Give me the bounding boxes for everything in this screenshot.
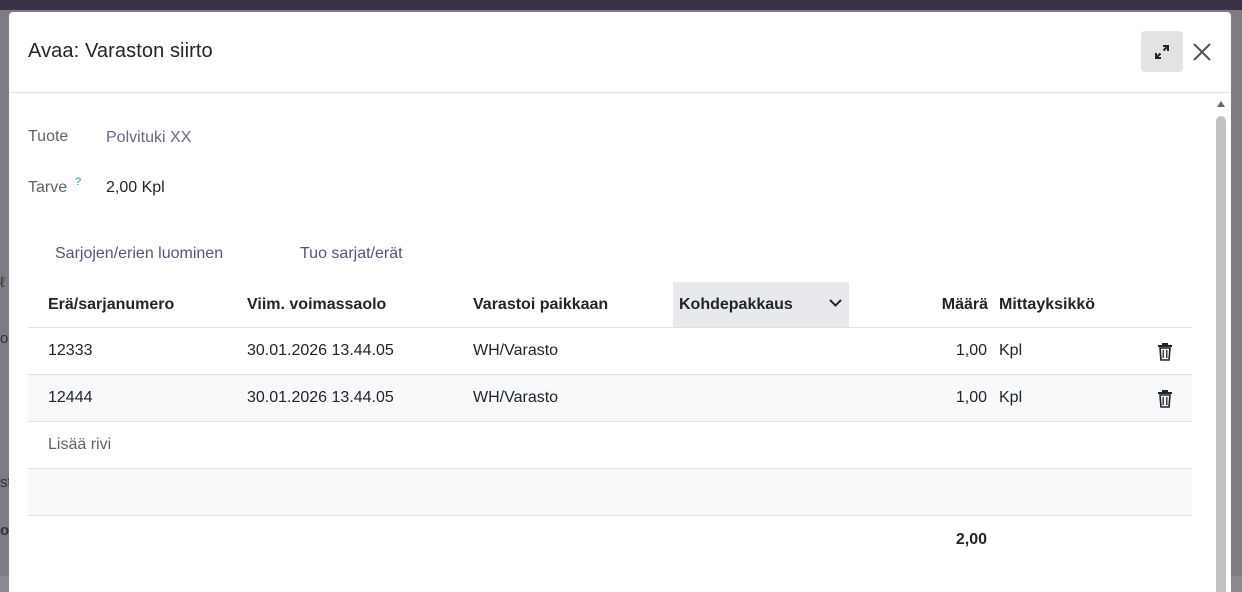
demand-value: 2,00 Kpl bbox=[106, 179, 165, 196]
divider bbox=[28, 515, 1192, 516]
dialog: Avaa: Varaston siirto Tuote Polvituki XX… bbox=[9, 12, 1231, 592]
demand-label: Tarve bbox=[28, 179, 68, 196]
expand-icon bbox=[1155, 44, 1169, 59]
scroll-up-arrow[interactable] bbox=[1217, 101, 1225, 107]
cell-uom[interactable]: Kpl bbox=[999, 389, 1022, 407]
add-line-link[interactable]: Lisää rivi bbox=[48, 436, 111, 454]
product-label: Tuote bbox=[28, 128, 69, 145]
cell-quantity[interactable]: 1,00 bbox=[908, 389, 987, 407]
chevron-down-icon bbox=[829, 299, 842, 307]
column-header-package[interactable]: Kohdepakkaus bbox=[673, 282, 849, 328]
column-header-expiry[interactable]: Viim. voimassaolo bbox=[247, 282, 467, 328]
cell-lot[interactable]: 12444 bbox=[48, 389, 93, 407]
scrollbar-thumb[interactable] bbox=[1216, 116, 1226, 592]
background-fragment: o bbox=[0, 522, 10, 539]
dialog-title: Avaa: Varaston siirto bbox=[28, 40, 213, 62]
trash-icon[interactable] bbox=[1157, 343, 1173, 361]
cell-lot[interactable]: 12333 bbox=[48, 342, 93, 360]
quantity-total: 2,00 bbox=[955, 531, 987, 548]
background-fragment: o bbox=[0, 330, 9, 347]
cell-location[interactable]: WH/Varasto bbox=[473, 389, 558, 407]
top-navbar bbox=[0, 0, 1242, 10]
empty-row bbox=[28, 469, 1192, 515]
trash-icon[interactable] bbox=[1157, 390, 1173, 408]
import-serials-button[interactable]: Tuo sarjat/erät bbox=[300, 245, 403, 263]
cell-uom[interactable]: Kpl bbox=[999, 342, 1022, 360]
close-icon bbox=[1193, 43, 1211, 61]
generate-serials-button[interactable]: Sarjojen/erien luominen bbox=[55, 245, 223, 263]
cell-location[interactable]: WH/Varasto bbox=[473, 342, 558, 360]
cell-expiry[interactable]: 30.01.2026 13.44.05 bbox=[247, 389, 394, 407]
dialog-header: Avaa: Varaston siirto bbox=[9, 12, 1231, 93]
column-header-uom[interactable]: Mittayksikkö bbox=[999, 282, 1129, 328]
divider bbox=[28, 327, 1192, 328]
cell-expiry[interactable]: 30.01.2026 13.44.05 bbox=[247, 342, 394, 360]
background-fragment: ℓ bbox=[0, 274, 5, 291]
close-button[interactable] bbox=[1189, 37, 1215, 67]
product-value[interactable]: Polvituki XX bbox=[106, 129, 191, 147]
column-header-quantity[interactable]: Määrä bbox=[908, 282, 988, 328]
column-header-location[interactable]: Varastoi paikkaan bbox=[473, 282, 673, 328]
expand-button[interactable] bbox=[1141, 31, 1183, 72]
cell-quantity[interactable]: 1,00 bbox=[908, 342, 987, 360]
column-header-package-label: Kohdepakkaus bbox=[679, 296, 793, 313]
column-header-lot[interactable]: Erä/sarjanumero bbox=[48, 282, 238, 328]
demand-help-tooltip[interactable]: ? bbox=[75, 176, 81, 188]
divider bbox=[28, 421, 1192, 422]
